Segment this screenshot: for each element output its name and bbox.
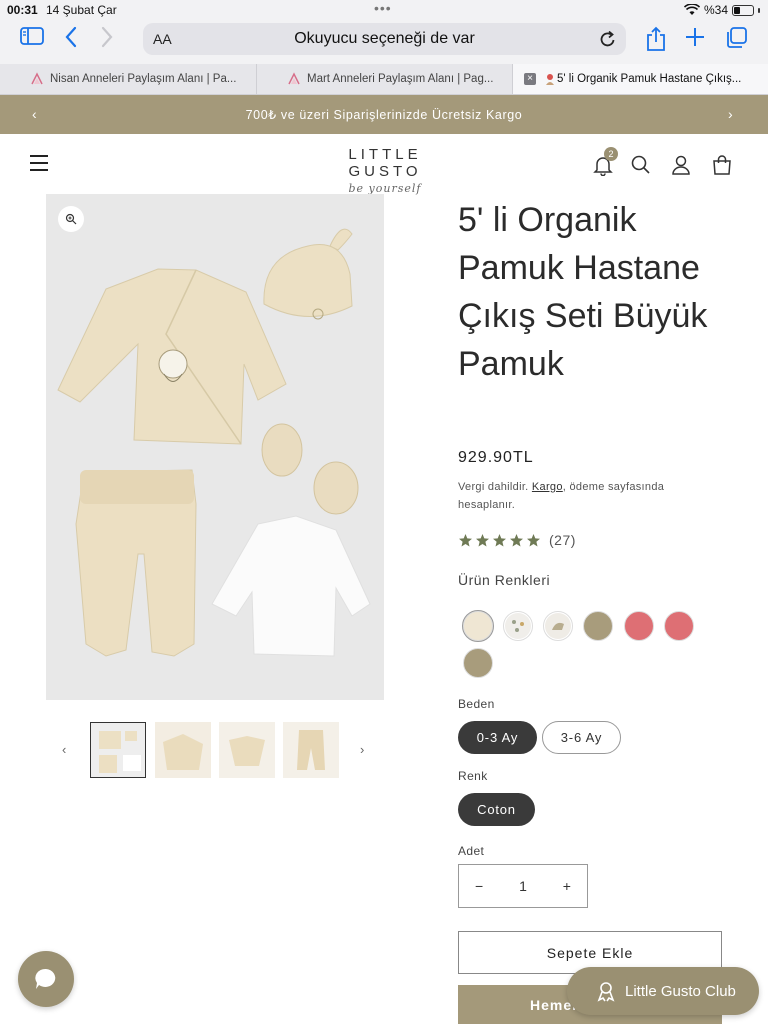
shipping-link[interactable]: Kargo: [532, 481, 563, 493]
thumbnail-1[interactable]: [90, 722, 146, 778]
zoom-icon[interactable]: [58, 206, 84, 232]
browser-toolbar: AA Okuyucu seçeneği de var: [0, 20, 768, 64]
cart-icon[interactable]: [711, 154, 733, 176]
star-icon: [459, 533, 472, 546]
battery-nub: [758, 7, 760, 13]
tab-nisan-anneleri[interactable]: Nisan Anneleri Paylaşım Alanı | Pa...: [0, 64, 256, 94]
page-favicon-icon: [288, 72, 300, 85]
tab-product-active[interactable]: × 5' li Organik Pamuk Hastane Çıkış...: [512, 64, 768, 94]
tab-strip: Nisan Anneleri Paylaşım Alanı | Pa... Ma…: [0, 64, 768, 95]
chat-button[interactable]: [18, 951, 74, 1007]
back-icon[interactable]: [64, 26, 78, 48]
rating-count: (27): [549, 532, 576, 548]
notification-badge: 2: [604, 147, 618, 161]
forward-icon[interactable]: [100, 26, 114, 48]
size-label: Beden: [458, 697, 495, 711]
colors-heading: Ürün Renkleri: [458, 572, 551, 588]
wifi-icon: [683, 4, 700, 15]
status-date: 14 Şubat Çar: [46, 3, 117, 17]
color-swatch-5[interactable]: [624, 611, 654, 641]
qty-increase-button[interactable]: +: [563, 878, 571, 894]
gift-ribbon-icon: [597, 982, 615, 1002]
tab-label: 5' li Organik Pamuk Hastane Çıkış...: [557, 73, 742, 85]
tab-mart-anneleri[interactable]: Mart Anneleri Paylaşım Alanı | Pag...: [256, 64, 512, 94]
star-icon: [493, 533, 506, 546]
color-swatch-2[interactable]: [503, 611, 533, 641]
qty-decrease-button[interactable]: −: [475, 878, 483, 894]
sidebar-icon[interactable]: [20, 26, 44, 46]
thumbnail-3[interactable]: [219, 722, 275, 778]
account-icon[interactable]: [670, 154, 692, 176]
address-text: Okuyucu seçeneği de var: [294, 30, 475, 47]
page-favicon-icon: [31, 72, 43, 85]
share-icon[interactable]: [645, 26, 667, 52]
loyalty-club-button[interactable]: Little Gusto Club: [567, 967, 759, 1015]
status-bar: 00:31 14 Şubat Çar ••• %34: [0, 0, 768, 20]
loyalty-club-label: Little Gusto Club: [625, 982, 736, 1000]
star-icon: [527, 533, 540, 546]
status-time: 00:31: [7, 3, 38, 17]
color-swatch-1[interactable]: [463, 611, 493, 641]
little-gusto-favicon-icon: [546, 74, 554, 85]
announcement-text: 700₺ ve üzeri Siparişlerinizde Ücretsiz …: [245, 108, 523, 122]
thumbnail-2[interactable]: [155, 722, 211, 778]
battery-percent: %34: [703, 3, 728, 17]
product-title: 5' li Organik Pamuk Hastane Çıkış Seti B…: [458, 201, 708, 383]
reload-icon[interactable]: [599, 29, 617, 54]
announcement-next-icon[interactable]: ›: [728, 106, 733, 122]
search-icon[interactable]: [630, 154, 652, 176]
color-label: Renk: [458, 769, 488, 783]
battery-icon: [732, 4, 754, 16]
thumb-next-icon[interactable]: ›: [360, 742, 364, 757]
qty-value[interactable]: 1: [519, 878, 527, 894]
address-bar[interactable]: AA Okuyucu seçeneği de var: [143, 23, 626, 55]
product-main-image[interactable]: [46, 194, 384, 700]
product-price: 929.90TL: [458, 449, 534, 466]
tax-note-prefix: Vergi dahildir.: [458, 481, 529, 493]
star-icon: [476, 533, 489, 546]
size-option-3-6[interactable]: 3-6 Ay: [542, 721, 621, 754]
tab-label: Mart Anneleri Paylaşım Alanı | Pag...: [307, 73, 494, 85]
menu-icon[interactable]: [30, 155, 48, 171]
chat-icon: [35, 968, 56, 989]
tab-close-icon[interactable]: ×: [524, 73, 536, 85]
color-swatch-3[interactable]: [543, 611, 573, 641]
color-swatch-7[interactable]: [463, 648, 493, 678]
quantity-stepper: − 1 +: [458, 864, 588, 908]
status-right: %34: [683, 3, 760, 17]
color-swatch-4[interactable]: [583, 611, 613, 641]
tab-label: Nisan Anneleri Paylaşım Alanı | Pa...: [50, 73, 237, 85]
site-header: LITTLE GUSTO be yourself 2: [0, 134, 768, 195]
product-photo: [46, 194, 384, 700]
qty-label: Adet: [458, 844, 485, 858]
color-swatch-6[interactable]: [664, 611, 694, 641]
product-rating[interactable]: (27): [458, 532, 576, 548]
tab-overview-icon[interactable]: [724, 26, 748, 50]
color-option-coton[interactable]: Coton: [458, 793, 535, 826]
logo-text: LITTLE GUSTO: [348, 146, 422, 180]
announcement-bar: ‹ 700₺ ve üzeri Siparişlerinizde Ücretsi…: [0, 95, 768, 134]
new-tab-icon[interactable]: [684, 26, 706, 48]
multitasking-dots-icon[interactable]: •••: [374, 0, 392, 16]
thumbnail-4[interactable]: [283, 722, 339, 778]
size-option-0-3[interactable]: 0-3 Ay: [458, 721, 537, 754]
thumb-prev-icon[interactable]: ‹: [62, 742, 66, 757]
tax-note: Vergi dahildir. Kargo, ödeme sayfasında …: [458, 478, 718, 514]
site-logo[interactable]: LITTLE GUSTO be yourself: [312, 146, 458, 195]
star-icon: [510, 533, 523, 546]
